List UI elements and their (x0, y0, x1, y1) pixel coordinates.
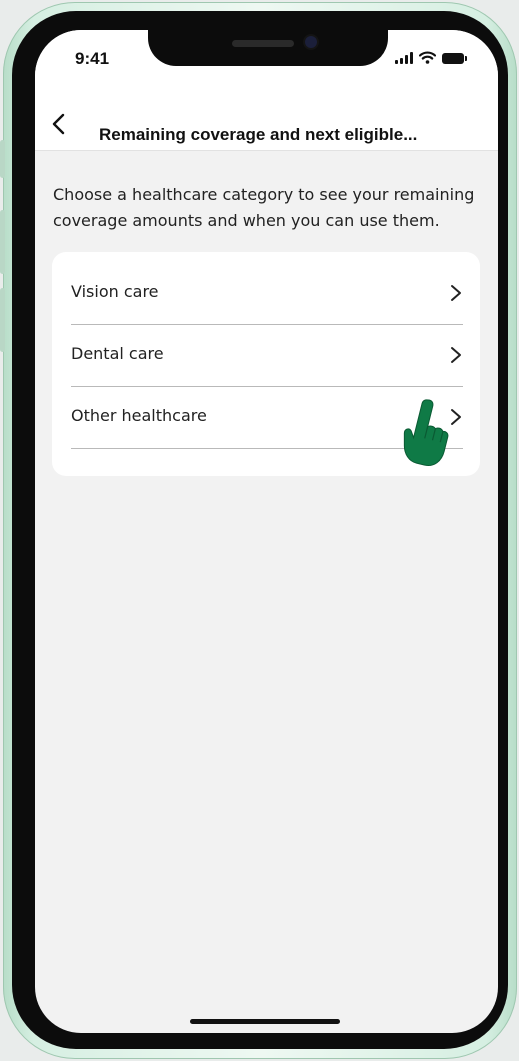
phone-screen: 9:41 Remaining coverage and next eligibl… (35, 30, 498, 1033)
category-label: Other healthcare (71, 406, 207, 425)
signal-icon (395, 52, 413, 64)
volume-down-button (0, 288, 5, 352)
category-card: Vision care Dental care Other healthcare (52, 252, 480, 476)
wifi-icon (419, 51, 436, 64)
chevron-right-icon (451, 285, 461, 301)
page-title: Remaining coverage and next eligible... (99, 125, 418, 144)
category-row-dental-care[interactable]: Dental care (71, 324, 463, 387)
chevron-right-icon (451, 409, 461, 425)
mute-switch (0, 140, 5, 178)
category-label: Vision care (71, 282, 159, 301)
status-icons (395, 51, 467, 64)
nav-header: Remaining coverage and next eligible... (35, 100, 498, 151)
category-label: Dental care (71, 344, 164, 363)
chevron-left-icon (52, 113, 65, 135)
status-time: 9:41 (75, 49, 110, 68)
category-row-other-healthcare[interactable]: Other healthcare (71, 386, 463, 449)
home-indicator (190, 1019, 340, 1024)
chevron-right-icon (451, 347, 461, 363)
back-button[interactable] (43, 106, 79, 142)
speaker-grille (232, 40, 294, 47)
front-camera (305, 36, 317, 48)
intro-text: Choose a healthcare category to see your… (53, 185, 475, 230)
status-bar: 9:41 (35, 30, 498, 100)
category-row-vision-care[interactable]: Vision care (71, 262, 463, 325)
notch (148, 30, 388, 66)
device-mockup: 9:41 Remaining coverage and next eligibl… (0, 0, 519, 1061)
battery-icon (442, 53, 467, 64)
volume-up-button (0, 210, 5, 274)
